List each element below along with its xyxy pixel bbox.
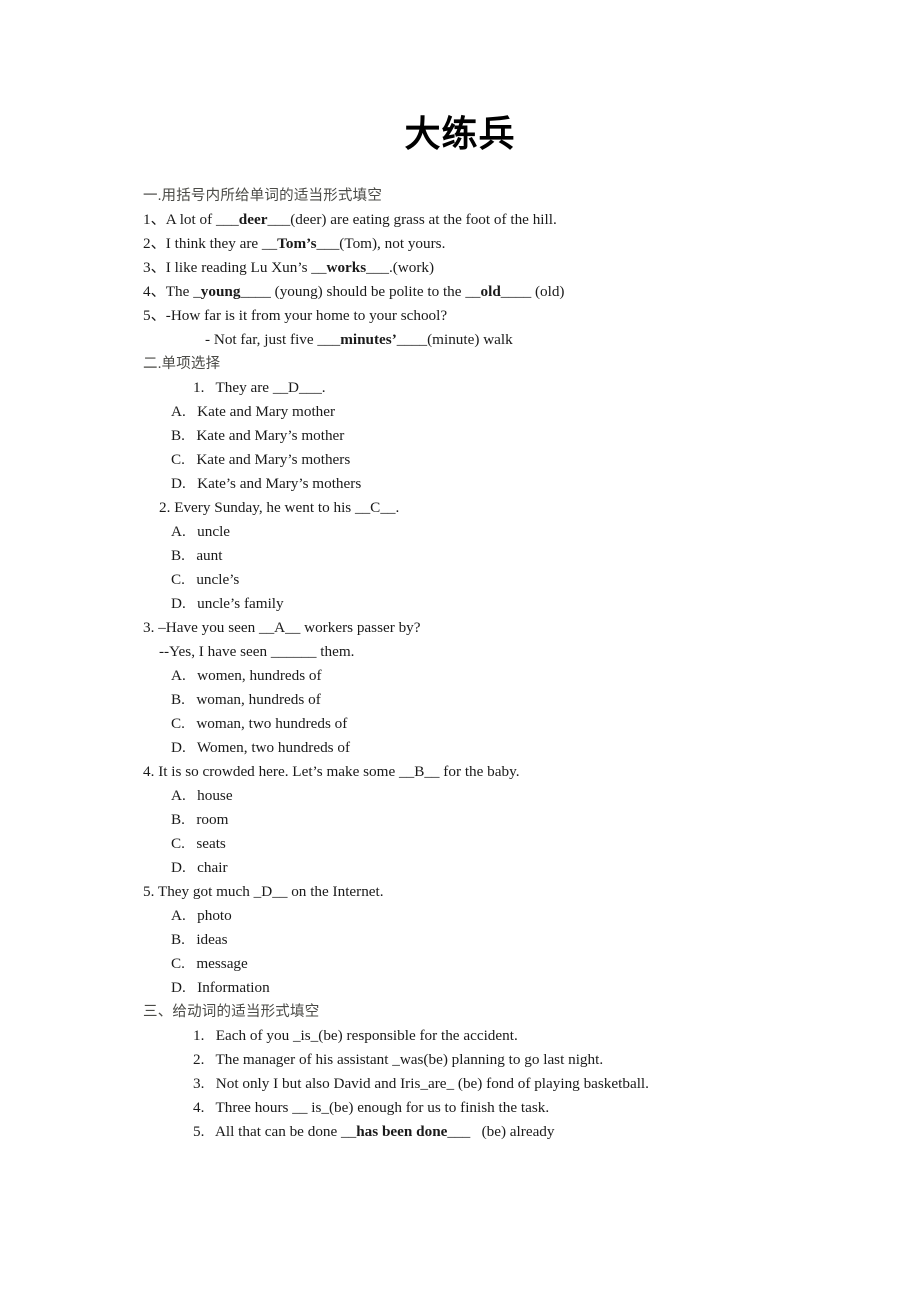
verb-item-5-answer: has been done <box>356 1123 448 1140</box>
mc-question-3-option-a[interactable]: A. women, hundreds of <box>143 664 843 688</box>
verb-item-1-text: 1. Each of you _is_(be) responsible for … <box>193 1027 518 1044</box>
verb-item-5: 5. All that can be done __has been done_… <box>143 1120 843 1144</box>
mc-question-2-option-b[interactable]: B. aunt <box>143 544 843 568</box>
verb-item-2-text: 2. The manager of his assistant _was(be)… <box>193 1051 604 1068</box>
mc-question-1-option-c[interactable]: C. Kate and Mary’s mothers <box>143 448 843 472</box>
verb-item-1: 1. Each of you _is_(be) responsible for … <box>143 1024 843 1048</box>
mc-question-2-option-c[interactable]: C. uncle’s <box>143 568 843 592</box>
mc-question-3-stem-reply: --Yes, I have seen ______ them. <box>159 643 355 660</box>
verb-item-4-text: 4. Three hours __ is_(be) enough for us … <box>193 1099 550 1116</box>
mc-question-5-option-a[interactable]: A. photo <box>143 904 843 928</box>
mc-question-1-option-b[interactable]: B. Kate and Mary’s mother <box>143 424 843 448</box>
mc-question-4-option-b[interactable]: B. room <box>143 808 843 832</box>
page-title: 大练兵 <box>404 113 516 154</box>
fill-item-5-pre2: - Not far, just five ___ <box>205 331 341 348</box>
fill-item-5-post: ____(minute) walk <box>396 331 513 348</box>
fill-item-4-answer2: old <box>480 283 501 300</box>
fill-item-1-post: ___(deer) are eating grass at the foot o… <box>267 211 557 228</box>
fill-item-4-post2: ____ (old) <box>500 283 565 300</box>
verb-item-3-text: 3. Not only I but also David and Iris_ar… <box>193 1075 649 1092</box>
fill-item-2-post: ___(Tom), not yours. <box>316 235 446 252</box>
mc-question-5-option-d[interactable]: D. Information <box>143 976 843 1000</box>
fill-item-1-answer: deer <box>238 211 268 228</box>
fill-item-2: 2、I think they are __Tom’s___(Tom), not … <box>143 232 843 256</box>
fill-item-5: 5、-How far is it from your home to your … <box>143 304 843 328</box>
fill-item-4-answer: young <box>200 283 241 300</box>
verb-item-5-post: ___ (be) already <box>447 1123 555 1140</box>
fill-item-2-pre: 2、I think they are __ <box>143 235 278 252</box>
verb-item-5-pre: 5. All that can be done __ <box>193 1123 357 1140</box>
mc-question-5-option-b[interactable]: B. ideas <box>143 928 843 952</box>
mc-question-1-stem: 1. They are __D___. <box>193 379 326 396</box>
verb-item-4: 4. Three hours __ is_(be) enough for us … <box>143 1096 843 1120</box>
mc-question-3-option-d[interactable]: D. Women, two hundreds of <box>143 736 843 760</box>
fill-item-3-answer: works <box>326 259 367 276</box>
mc-question-1-option-a[interactable]: A. Kate and Mary mother <box>143 400 843 424</box>
fill-item-3-pre: 3、I like reading Lu Xun’s __ <box>143 259 327 276</box>
fill-item-4-pre: 4、The _ <box>143 283 201 300</box>
mc-question-4-option-d[interactable]: D. chair <box>143 856 843 880</box>
fill-item-3: 3、I like reading Lu Xun’s __works___.(wo… <box>143 256 843 280</box>
section-heading-3: 三、给动词的适当形式填空 <box>143 1004 320 1020</box>
fill-item-4-post: ____ (young) should be polite to the __ <box>240 283 481 300</box>
fill-item-4: 4、The _young____ (young) should be polit… <box>143 280 843 304</box>
mc-question-4-option-a[interactable]: A. house <box>143 784 843 808</box>
mc-question-4-option-c[interactable]: C. seats <box>143 832 843 856</box>
fill-item-2-answer: Tom’s <box>277 235 317 252</box>
section-heading-2: 二.单项选择 <box>143 356 221 372</box>
fill-item-5-answer: minutes’ <box>340 331 397 348</box>
mc-question-2-option-a[interactable]: A. uncle <box>143 520 843 544</box>
verb-item-3: 3. Not only I but also David and Iris_ar… <box>143 1072 843 1096</box>
fill-item-5-pre: 5、-How far is it from your home to your … <box>143 307 448 324</box>
section-heading-1: 一.用括号内所给单词的适当形式填空 <box>143 188 383 204</box>
document-page: 大练兵 一.用括号内所给单词的适当形式填空 1、A lot of ___deer… <box>0 0 920 1302</box>
mc-question-2-option-d[interactable]: D. uncle’s family <box>143 592 843 616</box>
mc-question-3-stem: 3. –Have you seen __A__ workers passer b… <box>143 619 421 636</box>
mc-question-4-stem: 4. It is so crowded here. Let’s make som… <box>143 763 520 780</box>
fill-item-1: 1、A lot of ___deer___(deer) are eating g… <box>143 208 843 232</box>
mc-question-5-option-c[interactable]: C. message <box>143 952 843 976</box>
document-body: 一.用括号内所给单词的适当形式填空 1、A lot of ___deer___(… <box>143 184 843 1144</box>
fill-item-1-pre: 1、A lot of ___ <box>143 211 239 228</box>
mc-question-3-option-c[interactable]: C. woman, two hundreds of <box>143 712 843 736</box>
mc-question-1-option-d[interactable]: D. Kate’s and Mary’s mothers <box>143 472 843 496</box>
verb-item-2: 2. The manager of his assistant _was(be)… <box>143 1048 843 1072</box>
fill-item-3-post: ___.(work) <box>366 259 435 276</box>
mc-question-2-stem: 2. Every Sunday, he went to his __C__. <box>159 499 400 516</box>
fill-item-5-answer-line: - Not far, just five ___minutes’____(min… <box>143 328 843 352</box>
mc-question-5-stem: 5. They got much _D__ on the Internet. <box>143 883 384 900</box>
mc-question-3-option-b[interactable]: B. woman, hundreds of <box>143 688 843 712</box>
